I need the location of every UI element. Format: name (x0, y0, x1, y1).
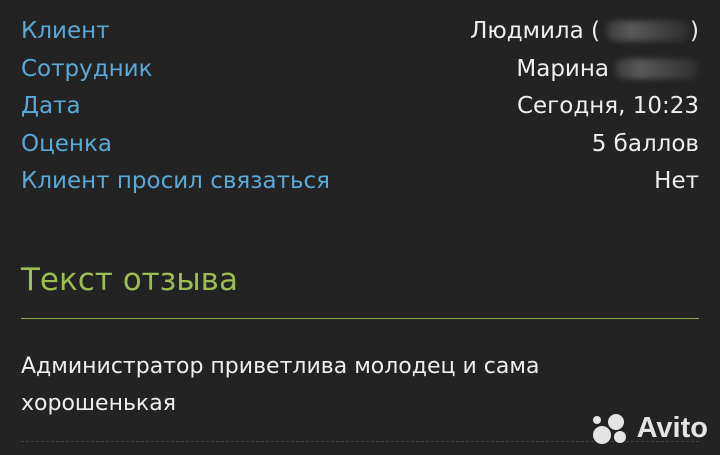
review-text: Администратор приветлива молодец и сама … (21, 354, 540, 416)
field-date: Дата Сегодня, 10:23 (21, 87, 699, 124)
review-section-title: Текст отзыва (21, 262, 238, 298)
field-employee-label: Сотрудник (21, 55, 153, 82)
field-contact-request: Клиент просил связаться Нет (21, 162, 699, 199)
field-date-label: Дата (21, 92, 81, 119)
field-client-value-suffix: ) (690, 17, 699, 44)
field-client-value: Людмила () (470, 18, 699, 44)
field-date-value: Сегодня, 10:23 (516, 92, 699, 119)
avito-logo-icon (592, 413, 626, 444)
field-employee-value-text: Марина (516, 55, 609, 82)
field-rating-value: 5 баллов (591, 130, 699, 157)
redacted-blur (606, 21, 691, 41)
field-rating: Оценка 5 баллов (21, 125, 699, 162)
field-employee: Сотрудник Марина (21, 50, 699, 87)
field-contact-request-value: Нет (654, 167, 699, 194)
field-rating-label: Оценка (21, 130, 112, 157)
section-divider (21, 318, 699, 319)
field-contact-request-label: Клиент просил связаться (21, 167, 330, 194)
field-employee-value: Марина (516, 56, 699, 82)
avito-watermark: Avito (591, 412, 708, 445)
field-client: Клиент Людмила () (21, 12, 699, 49)
field-client-value-text: Людмила ( (470, 17, 601, 44)
field-client-label: Клиент (21, 17, 110, 44)
watermark-text: Avito (636, 412, 708, 444)
redacted-blur (615, 59, 699, 79)
